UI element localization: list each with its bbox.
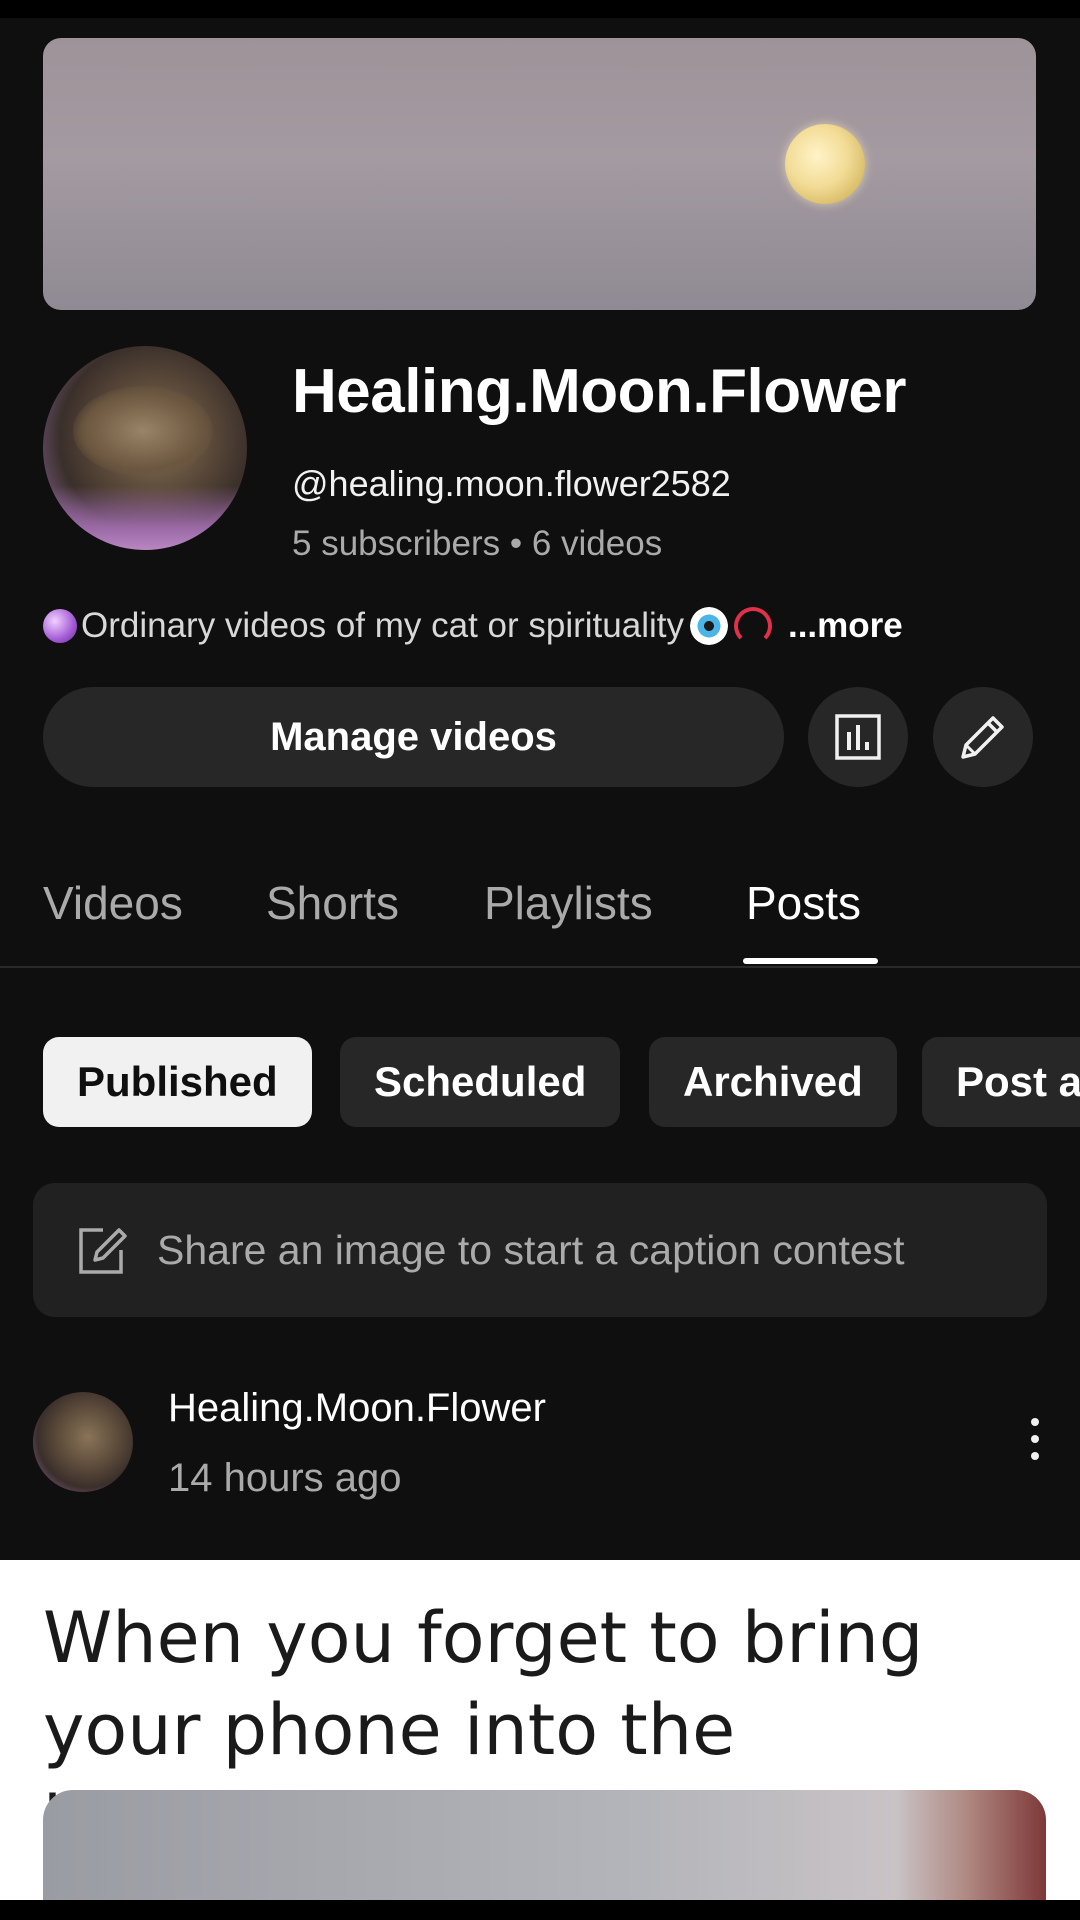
tab-videos[interactable]: Videos bbox=[43, 876, 183, 930]
tab-shorts[interactable]: Shorts bbox=[266, 876, 399, 930]
channel-handle: @healing.moon.flower2582 bbox=[292, 463, 731, 504]
pencil-icon bbox=[961, 716, 1004, 759]
caption-contest-prompt[interactable]: Share an image to start a caption contes… bbox=[33, 1183, 1047, 1317]
tab-posts[interactable]: Posts bbox=[746, 876, 861, 930]
description-text: Ordinary videos of my cat or spiritualit… bbox=[81, 606, 684, 645]
chip-archived[interactable]: Archived bbox=[649, 1037, 897, 1127]
channel-banner bbox=[43, 38, 1036, 310]
ribbon-icon bbox=[733, 607, 772, 645]
nazar-amulet-icon bbox=[689, 607, 728, 645]
channel-description[interactable]: Ordinary videos of my cat or spiritualit… bbox=[43, 606, 903, 646]
moon-image bbox=[785, 124, 865, 204]
post-author-avatar[interactable] bbox=[33, 1392, 133, 1492]
crystal-ball-icon bbox=[43, 609, 77, 643]
manage-videos-button[interactable]: Manage videos bbox=[43, 687, 784, 787]
channel-screen: Healing.Moon.Flower @healing.moon.flower… bbox=[0, 18, 1080, 1900]
post-image-photo bbox=[43, 1790, 1046, 1900]
chip-published[interactable]: Published bbox=[43, 1037, 312, 1127]
chip-scheduled[interactable]: Scheduled bbox=[340, 1037, 621, 1127]
post-timestamp: 14 hours ago bbox=[168, 1456, 402, 1500]
post-image[interactable]: When you forget to bring your phone into… bbox=[0, 1560, 1080, 1900]
edit-channel-button[interactable] bbox=[933, 687, 1033, 787]
analytics-icon bbox=[835, 714, 881, 760]
more-link[interactable]: ...more bbox=[788, 606, 903, 646]
channel-tabs: Videos Shorts Playlists Posts bbox=[0, 858, 1080, 968]
caption-contest-text: Share an image to start a caption contes… bbox=[157, 1226, 905, 1273]
active-tab-indicator bbox=[743, 958, 878, 964]
channel-avatar[interactable] bbox=[43, 346, 247, 550]
post-author-name[interactable]: Healing.Moon.Flower bbox=[168, 1386, 546, 1431]
channel-stats: 5 subscribers • 6 videos bbox=[292, 524, 663, 563]
analytics-button[interactable] bbox=[808, 687, 908, 787]
tab-playlists[interactable]: Playlists bbox=[484, 876, 653, 930]
more-options-icon[interactable] bbox=[1020, 1418, 1050, 1478]
chip-post-a[interactable]: Post a bbox=[922, 1037, 1080, 1127]
channel-name: Healing.Moon.Flower bbox=[292, 357, 906, 426]
edit-square-icon bbox=[79, 1228, 127, 1274]
